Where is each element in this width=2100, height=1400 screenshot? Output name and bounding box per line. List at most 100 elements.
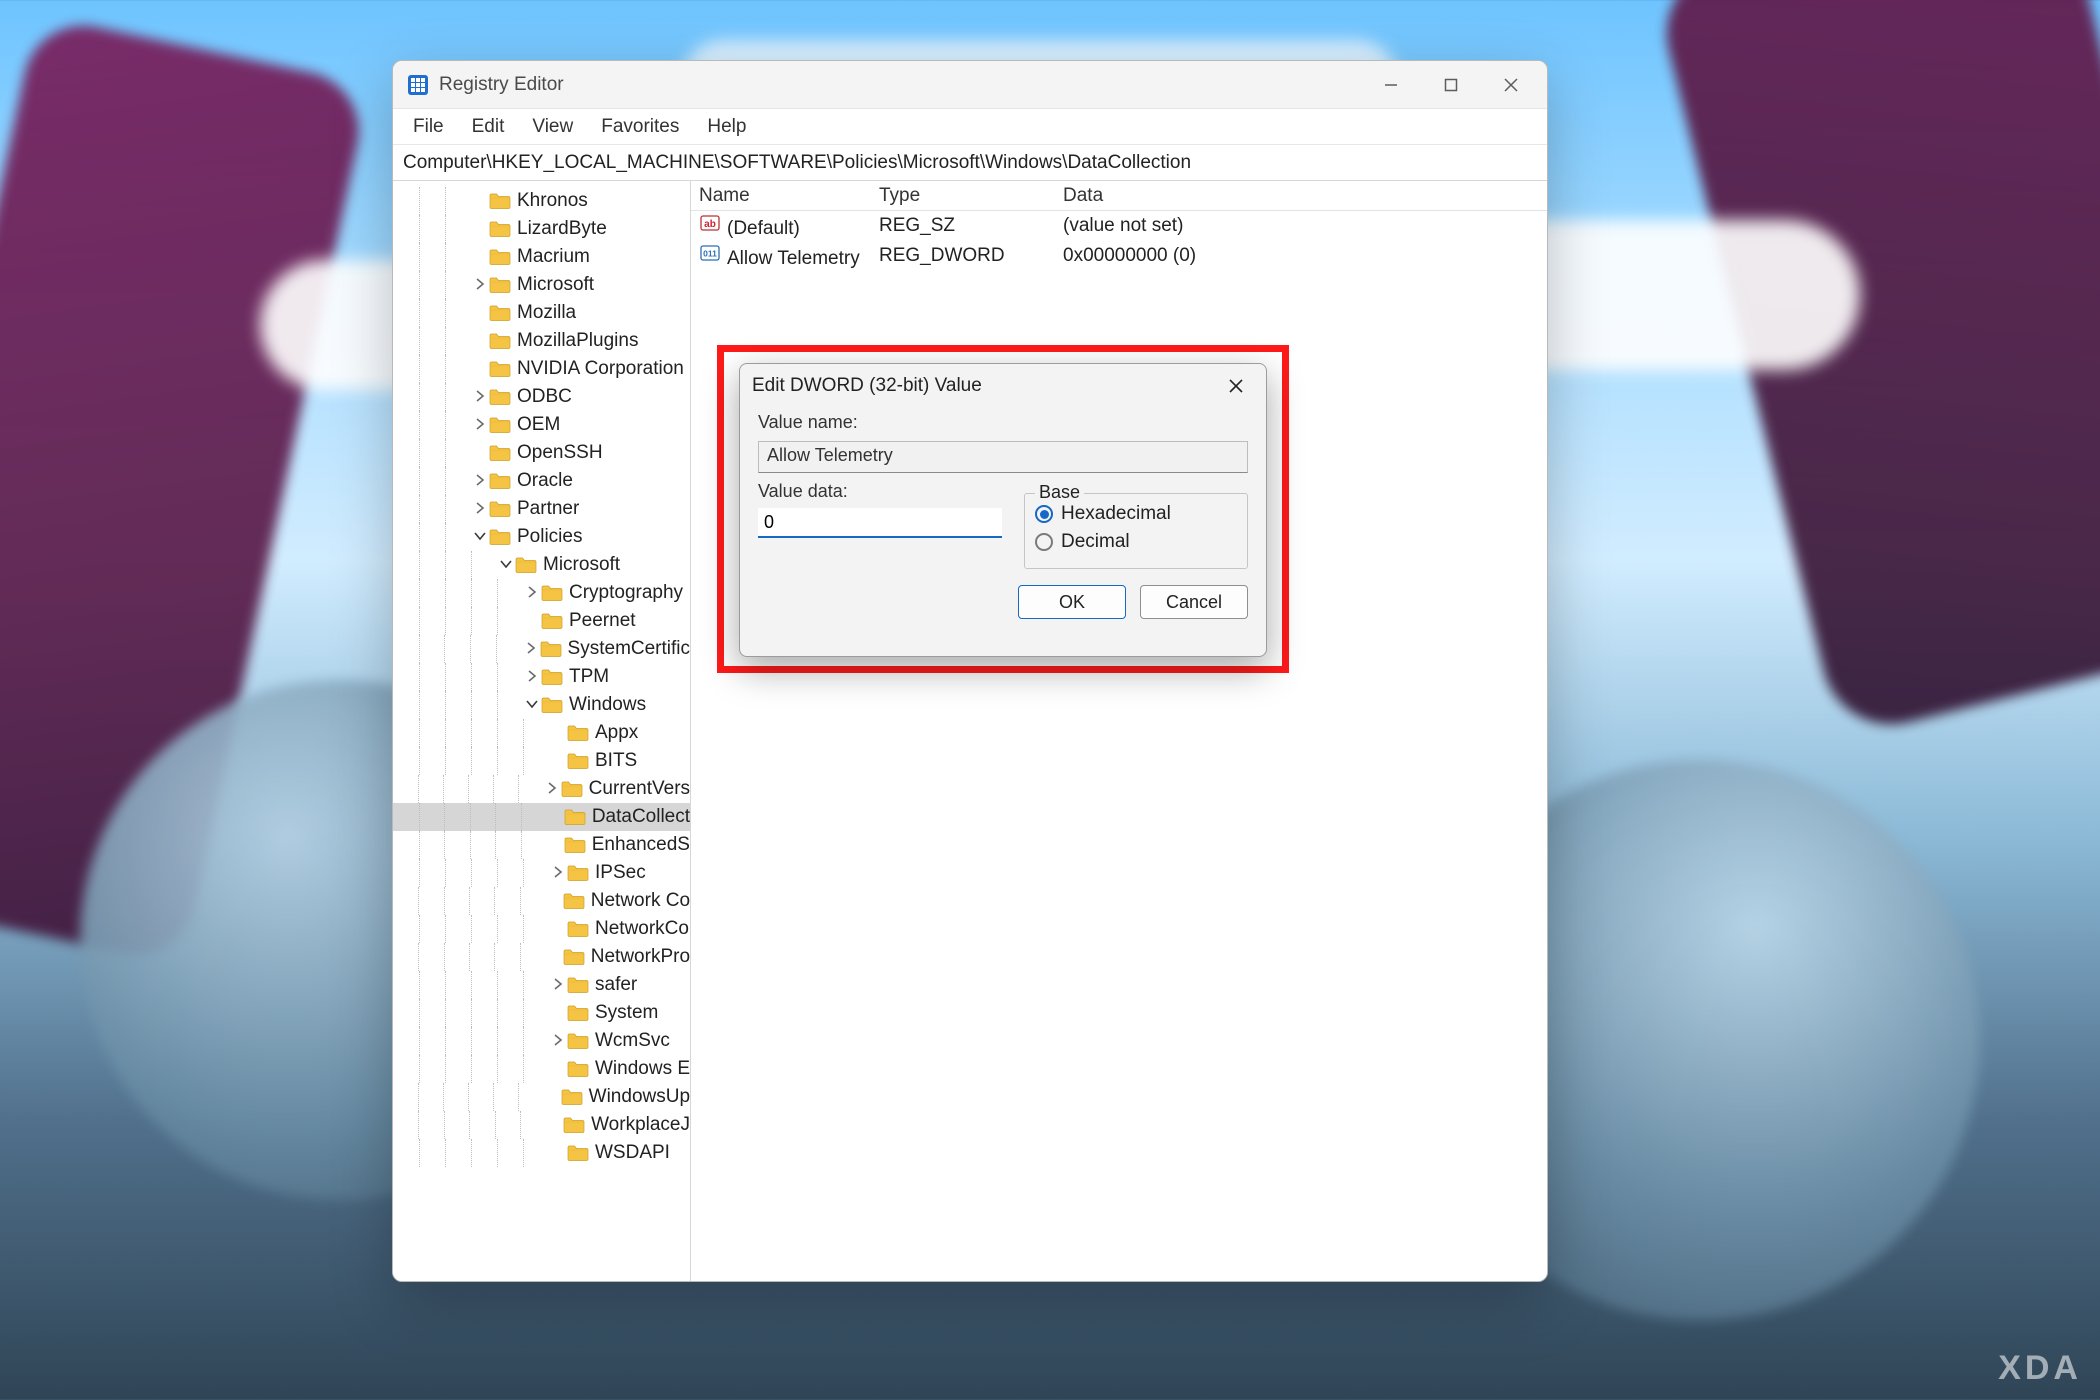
- close-button[interactable]: [1481, 65, 1541, 105]
- tree-node[interactable]: NVIDIA Corporation: [393, 355, 690, 383]
- tree-node[interactable]: Cryptography: [393, 579, 690, 607]
- tree-node-label: Khronos: [517, 190, 588, 212]
- chevron-right-icon[interactable]: [523, 666, 541, 688]
- folder-icon: [564, 836, 586, 854]
- radio-dec[interactable]: Decimal: [1035, 528, 1237, 556]
- tree-pane[interactable]: KhronosLizardByteMacriumMicrosoftMozilla…: [393, 181, 691, 1281]
- chevron-right-icon[interactable]: [543, 778, 560, 800]
- chevron-right-icon[interactable]: [549, 1030, 567, 1052]
- tree-node[interactable]: System: [393, 999, 690, 1027]
- tree-node-label: ODBC: [517, 386, 572, 408]
- cancel-button[interactable]: Cancel: [1140, 585, 1248, 619]
- edit-dword-dialog: Edit DWORD (32-bit) Value Value name: Al…: [739, 363, 1267, 657]
- base-group: Base Hexadecimal Decimal: [1024, 493, 1248, 569]
- chevron-down-icon[interactable]: [497, 554, 515, 576]
- folder-icon: [489, 360, 511, 378]
- radio-hex[interactable]: Hexadecimal: [1035, 500, 1237, 528]
- value-data-input[interactable]: [758, 508, 1002, 538]
- tree-node[interactable]: ODBC: [393, 383, 690, 411]
- tree-node[interactable]: Mozilla: [393, 299, 690, 327]
- tree-node[interactable]: WorkplaceJ: [393, 1111, 690, 1139]
- folder-icon: [489, 444, 511, 462]
- folder-icon: [489, 528, 511, 546]
- list-header[interactable]: Name Type Data: [691, 181, 1547, 211]
- minimize-button[interactable]: [1361, 65, 1421, 105]
- tree-node[interactable]: Macrium: [393, 243, 690, 271]
- tree-node[interactable]: WcmSvc: [393, 1027, 690, 1055]
- folder-icon: [489, 332, 511, 350]
- folder-icon: [564, 808, 586, 826]
- tree-node[interactable]: TPM: [393, 663, 690, 691]
- tree-node[interactable]: Windows E: [393, 1055, 690, 1083]
- chevron-right-icon[interactable]: [549, 862, 567, 884]
- chevron-right-icon[interactable]: [522, 638, 540, 660]
- tree-node-label: DataCollect: [592, 806, 690, 828]
- tree-node[interactable]: WindowsUp: [393, 1083, 690, 1111]
- tree-node[interactable]: OpenSSH: [393, 439, 690, 467]
- tree-node-label: LizardByte: [517, 218, 607, 240]
- tree-node[interactable]: Network Co: [393, 887, 690, 915]
- tree-node[interactable]: OEM: [393, 411, 690, 439]
- tree-node-label: WcmSvc: [595, 1030, 670, 1052]
- menu-view[interactable]: View: [520, 112, 585, 142]
- tree-node[interactable]: BITS: [393, 747, 690, 775]
- value-row[interactable]: 011Allow TelemetryREG_DWORD0x00000000 (0…: [691, 241, 1547, 271]
- chevron-right-icon[interactable]: [471, 414, 489, 436]
- tree-node[interactable]: Partner: [393, 495, 690, 523]
- menu-favorites[interactable]: Favorites: [589, 112, 691, 142]
- titlebar[interactable]: Registry Editor: [393, 61, 1547, 109]
- tree-node[interactable]: Policies: [393, 523, 690, 551]
- dialog-close-button[interactable]: [1218, 368, 1254, 404]
- tree-node[interactable]: SystemCertific: [393, 635, 690, 663]
- chevron-right-icon[interactable]: [523, 582, 541, 604]
- tree-node[interactable]: Windows: [393, 691, 690, 719]
- col-type[interactable]: Type: [871, 185, 1055, 207]
- chevron-right-icon[interactable]: [471, 386, 489, 408]
- chevron-right-icon[interactable]: [471, 274, 489, 296]
- folder-icon: [567, 864, 589, 882]
- tree-node-label: WorkplaceJ: [591, 1114, 690, 1136]
- tree-node[interactable]: Peernet: [393, 607, 690, 635]
- menu-help[interactable]: Help: [695, 112, 758, 142]
- col-data[interactable]: Data: [1055, 185, 1547, 207]
- chevron-down-icon[interactable]: [523, 694, 541, 716]
- tree-node[interactable]: CurrentVers: [393, 775, 690, 803]
- ok-button[interactable]: OK: [1018, 585, 1126, 619]
- tree-node[interactable]: Khronos: [393, 187, 690, 215]
- chevron-right-icon[interactable]: [471, 498, 489, 520]
- tree-node[interactable]: Microsoft: [393, 551, 690, 579]
- tree-node-label: NVIDIA Corporation: [517, 358, 684, 380]
- tree-node[interactable]: EnhancedS: [393, 831, 690, 859]
- address-bar[interactable]: Computer\HKEY_LOCAL_MACHINE\SOFTWARE\Pol…: [393, 145, 1547, 181]
- folder-icon: [567, 752, 589, 770]
- col-name[interactable]: Name: [691, 185, 871, 207]
- tree-node[interactable]: NetworkCo: [393, 915, 690, 943]
- app-icon: [407, 74, 429, 96]
- menu-file[interactable]: File: [401, 112, 456, 142]
- dialog-titlebar[interactable]: Edit DWORD (32-bit) Value: [740, 364, 1266, 408]
- folder-icon: [567, 1004, 589, 1022]
- chevron-right-icon[interactable]: [471, 470, 489, 492]
- tree-node[interactable]: LizardByte: [393, 215, 690, 243]
- tree-node-label: OpenSSH: [517, 442, 603, 464]
- menu-edit[interactable]: Edit: [460, 112, 517, 142]
- value-row[interactable]: ab(Default)REG_SZ(value not set): [691, 211, 1547, 241]
- tree-node[interactable]: DataCollect: [393, 803, 690, 831]
- tree-node[interactable]: MozillaPlugins: [393, 327, 690, 355]
- tree-node-label: Peernet: [569, 610, 636, 632]
- maximize-button[interactable]: [1421, 65, 1481, 105]
- tree-node[interactable]: NetworkPro: [393, 943, 690, 971]
- tree-node[interactable]: Microsoft: [393, 271, 690, 299]
- tree-node-label: Microsoft: [543, 554, 620, 576]
- radio-hex-icon: [1035, 505, 1053, 523]
- tree-node[interactable]: safer: [393, 971, 690, 999]
- tree-node[interactable]: WSDAPI: [393, 1139, 690, 1167]
- values-pane[interactable]: Name Type Data ab(Default)REG_SZ(value n…: [691, 181, 1547, 1281]
- watermark-xda: XDA: [1998, 1349, 2082, 1388]
- value-type: REG_SZ: [871, 215, 1055, 237]
- chevron-right-icon[interactable]: [549, 974, 567, 996]
- tree-node[interactable]: Appx: [393, 719, 690, 747]
- tree-node[interactable]: Oracle: [393, 467, 690, 495]
- tree-node[interactable]: IPSec: [393, 859, 690, 887]
- chevron-down-icon[interactable]: [471, 526, 489, 548]
